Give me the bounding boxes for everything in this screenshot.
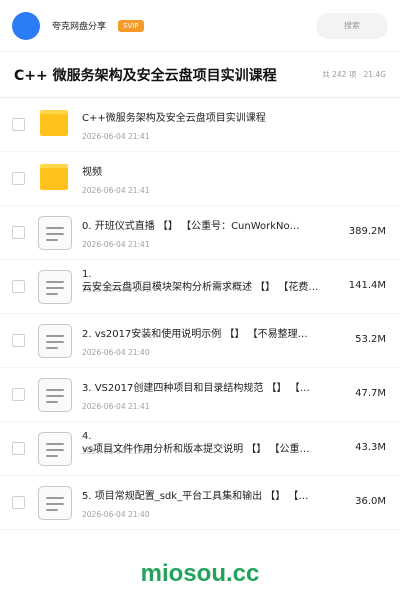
file-size: 47.7M <box>355 388 386 399</box>
file-date: 2026-06-04 21:41 <box>82 402 150 411</box>
user-name: 夸克网盘分享 <box>52 22 107 32</box>
file-name-line1: 4. <box>82 431 92 442</box>
watermark-text: miosou.cc <box>140 560 260 587</box>
document-icon <box>38 432 72 466</box>
search-input[interactable]: 搜索 <box>316 12 388 39</box>
list-item[interactable]: 0. 开班仪式直播 【】 【公重号：CunWorkNo… 2026-06-04 … <box>0 206 400 260</box>
avatar[interactable] <box>12 11 40 40</box>
list-item[interactable]: 2026-06-04 21:41 1. 云安全云盘项目模块架构分析需求概述 【】… <box>0 260 400 314</box>
list-item[interactable]: 5. 项目常规配置_sdk_平台工具集和输出 【】 【… 2026-06-04 … <box>0 476 400 530</box>
select-checkbox[interactable] <box>12 118 25 131</box>
document-icon <box>38 216 72 250</box>
list-item[interactable]: 2026-06-04 21:40 4. vs项目文件作用分析和版本提交说明 【】… <box>0 422 400 476</box>
list-item[interactable]: 3. VS2017创建四种项目和目录结构规范 【】 【… 2026-06-04 … <box>0 368 400 422</box>
select-checkbox[interactable] <box>12 226 25 239</box>
file-name: 2. vs2017安装和使用说明示例 【】 【不易整理… <box>82 329 308 340</box>
document-icon <box>38 270 72 304</box>
file-name-line1: 1. <box>82 269 92 280</box>
document-icon <box>38 486 72 520</box>
file-name: 视频 <box>82 167 102 178</box>
folder-header: C++ 微服务架构及安全云盘项目实训课程 共 242 项 · 21.4G <box>0 52 400 98</box>
file-name: 3. VS2017创建四种项目和目录结构规范 【】 【… <box>82 383 310 394</box>
file-name-line2: vs项目文件作用分析和版本提交说明 【】 【公重… <box>82 444 310 455</box>
file-date: 2026-06-04 21:40 <box>82 348 150 357</box>
file-name: 0. 开班仪式直播 【】 【公重号：CunWorkNo… <box>82 221 300 232</box>
list-item[interactable]: C++微服务架构及安全云盘项目实训课程 2026-06-04 21:41 <box>0 98 400 152</box>
svip-badge: SVIP <box>118 19 144 32</box>
file-name: C++微服务架构及安全云盘项目实训课程 <box>82 113 266 124</box>
file-size: 36.0M <box>355 496 386 507</box>
file-size: 141.4M <box>348 280 386 291</box>
file-size: 53.2M <box>355 334 386 345</box>
folder-summary: 共 242 项 · 21.4G <box>322 70 386 79</box>
file-name: 4. vs项目文件作用分析和版本提交说明 【】 【公重… <box>82 430 340 456</box>
page-title: C++ 微服务架构及安全云盘项目实训课程 <box>14 67 277 84</box>
select-checkbox[interactable] <box>12 442 25 455</box>
file-name-line2: 云安全云盘项目模块架构分析需求概述 【】 【花费… <box>82 282 319 293</box>
file-name: 1. 云安全云盘项目模块架构分析需求概述 【】 【花费… <box>82 268 340 294</box>
top-bar: 夸克网盘分享 SVIP 搜索 <box>0 0 400 52</box>
folder-icon <box>38 108 72 142</box>
list-item[interactable]: 视频 2026-06-04 21:41 <box>0 152 400 206</box>
file-size: 389.2M <box>348 226 386 237</box>
document-icon <box>38 378 72 412</box>
file-date: 2026-06-04 21:40 <box>82 510 150 519</box>
file-date: 2026-06-04 21:41 <box>82 132 150 141</box>
select-checkbox[interactable] <box>12 388 25 401</box>
folder-icon <box>38 162 72 196</box>
select-checkbox[interactable] <box>12 172 25 185</box>
select-checkbox[interactable] <box>12 280 25 293</box>
select-checkbox[interactable] <box>12 334 25 347</box>
file-size: 43.3M <box>355 442 386 453</box>
select-checkbox[interactable] <box>12 496 25 509</box>
document-icon <box>38 324 72 358</box>
file-date: 2026-06-04 21:41 <box>82 186 150 195</box>
file-list: C++微服务架构及安全云盘项目实训课程 2026-06-04 21:41 视频 … <box>0 98 400 530</box>
file-date: 2026-06-04 21:41 <box>82 240 150 249</box>
file-name: 5. 项目常规配置_sdk_平台工具集和输出 【】 【… <box>82 491 309 502</box>
list-item[interactable]: 2. vs2017安装和使用说明示例 【】 【不易整理… 2026-06-04 … <box>0 314 400 368</box>
